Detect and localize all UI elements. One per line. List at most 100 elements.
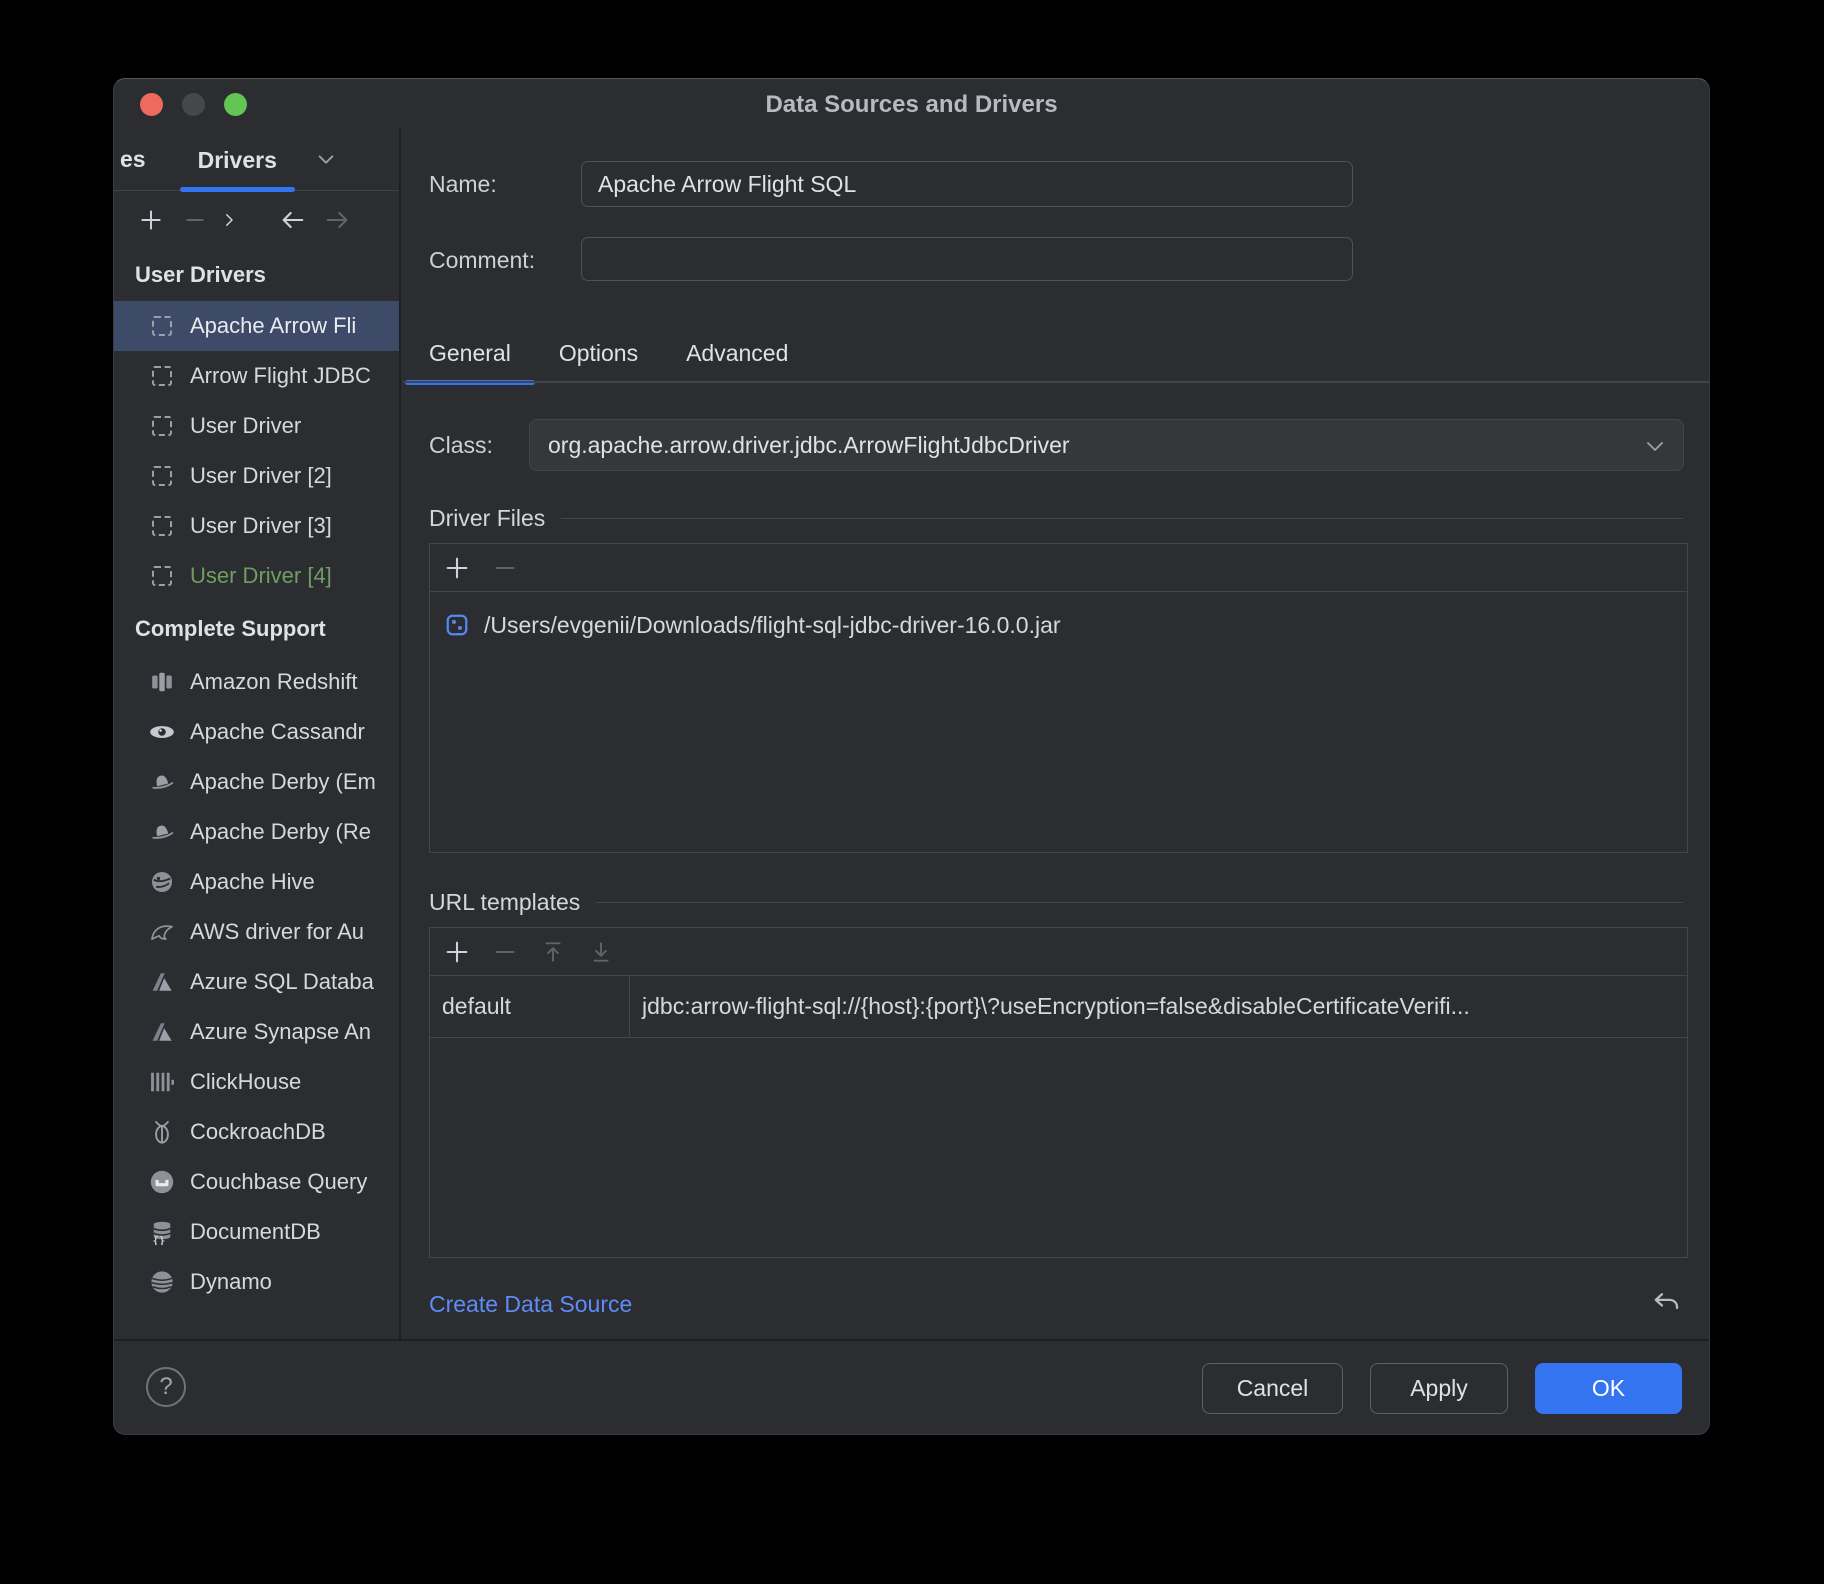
sidebar-item-label: Apache Hive (190, 869, 315, 895)
redshift-icon (149, 669, 175, 695)
jar-file-icon (444, 612, 470, 638)
ok-button[interactable]: OK (1535, 1363, 1682, 1414)
url-template-name-cell[interactable]: default (430, 976, 630, 1037)
dialog-footer: ? Cancel Apply OK (114, 1339, 1709, 1434)
driver-file-row[interactable]: /Users/evgenii/Downloads/flight-sql-jdbc… (430, 598, 1687, 652)
sidebar-item-cockroachdb[interactable]: CockroachDB (114, 1107, 399, 1157)
sidebar-item-dynamo[interactable]: Dynamo (114, 1257, 399, 1307)
sidebar-item-azure-synapse[interactable]: Azure Synapse An (114, 1007, 399, 1057)
sidebar-item-label: Apache Arrow Fli (190, 313, 356, 339)
sidebar-item-apache-derby-embedded[interactable]: Apache Derby (Em (114, 757, 399, 807)
sidebar-item-apache-arrow-flight[interactable]: Apache Arrow Fli (114, 301, 399, 351)
driver-files-panel: /Users/evgenii/Downloads/flight-sql-jdbc… (429, 543, 1688, 853)
sidebar-item-amazon-redshift[interactable]: Amazon Redshift (114, 657, 399, 707)
minimize-window-button[interactable] (182, 93, 205, 116)
sidebar-item-apache-hive[interactable]: Apache Hive (114, 857, 399, 907)
add-template-button[interactable] (442, 937, 472, 967)
tab-general[interactable]: General (405, 324, 535, 382)
url-template-row[interactable]: default jdbc:arrow-flight-sql://{host}:{… (430, 976, 1687, 1038)
sidebar-item-label: Amazon Redshift (190, 669, 358, 695)
screen-background: Data Sources and Drivers es Drivers (0, 0, 1824, 1584)
class-value: org.apache.arrow.driver.jdbc.ArrowFlight… (548, 432, 1070, 459)
sidebar-item-label: Azure Synapse An (190, 1019, 371, 1045)
forward-button[interactable] (322, 205, 352, 235)
driver-detail-panel: Name: Apache Arrow Flight SQL Comment: G… (403, 129, 1709, 1341)
user-driver-icon (149, 513, 175, 539)
url-templates-header: URL templates (429, 887, 1683, 917)
user-driver-icon (149, 463, 175, 489)
sidebar-item-label: User Driver [2] (190, 463, 332, 489)
clickhouse-bars-icon (149, 1069, 175, 1095)
help-button[interactable]: ? (146, 1367, 186, 1407)
chevron-down-icon[interactable] (311, 145, 341, 175)
close-window-button[interactable] (140, 93, 163, 116)
sidebar-item-user-driver[interactable]: User Driver (114, 401, 399, 451)
window-controls (140, 93, 247, 116)
tab-drivers[interactable]: Drivers (180, 129, 295, 191)
driver-file-path: /Users/evgenii/Downloads/flight-sql-jdbc… (484, 612, 1061, 639)
hive-icon (149, 869, 175, 895)
footer-buttons: Cancel Apply OK (1202, 1363, 1682, 1414)
sidebar-tab-bar: es Drivers (114, 129, 399, 191)
comment-input[interactable] (581, 237, 1353, 281)
create-data-source-link[interactable]: Create Data Source (429, 1284, 632, 1324)
expand-node-icon[interactable] (214, 205, 244, 235)
sidebar-item-label: CockroachDB (190, 1119, 326, 1145)
sidebar-item-label: Apache Derby (Re (190, 819, 371, 845)
back-button[interactable] (278, 205, 308, 235)
add-driver-button[interactable] (136, 205, 166, 235)
add-file-button[interactable] (442, 553, 472, 583)
sidebar-item-apache-derby-remote[interactable]: Apache Derby (Re (114, 807, 399, 857)
remove-file-button[interactable] (490, 553, 520, 583)
sidebar-item-label: Azure SQL Databa (190, 969, 374, 995)
remove-template-button[interactable] (490, 937, 520, 967)
undo-icon[interactable] (1651, 1287, 1683, 1319)
comment-label: Comment: (429, 247, 535, 274)
sidebar-item-label: User Driver [3] (190, 513, 332, 539)
user-driver-icon (149, 363, 175, 389)
sidebar-item-label: Dynamo (190, 1269, 272, 1295)
section-header-complete-support: Complete Support (114, 601, 399, 657)
sidebar-item-clickhouse[interactable]: ClickHouse (114, 1057, 399, 1107)
sidebar-item-aws-driver[interactable]: AWS driver for Au (114, 907, 399, 957)
azure-triangle-icon (149, 969, 175, 995)
sidebar-item-label: AWS driver for Au (190, 919, 364, 945)
cassandra-eye-icon (149, 719, 175, 745)
tab-options[interactable]: Options (535, 324, 662, 382)
zoom-window-button[interactable] (224, 93, 247, 116)
sidebar-item-documentdb[interactable]: {} DocumentDB (114, 1207, 399, 1257)
sidebar-toolbar (114, 191, 399, 249)
sidebar-item-user-driver-2[interactable]: User Driver [2] (114, 451, 399, 501)
driver-tree: User Drivers Apache Arrow Fli Arrow Flig… (114, 249, 399, 1341)
dynamo-globe-icon (149, 1269, 175, 1295)
name-input[interactable]: Apache Arrow Flight SQL (581, 161, 1353, 207)
move-up-icon[interactable] (538, 937, 568, 967)
tab-separator (403, 381, 1709, 383)
documentdb-icon: {} (149, 1219, 175, 1245)
sidebar-item-user-driver-4[interactable]: User Driver [4] (114, 551, 399, 601)
url-template-value-cell[interactable]: jdbc:arrow-flight-sql://{host}:{port}\?u… (630, 976, 1687, 1037)
move-down-icon[interactable] (586, 937, 616, 967)
driver-files-header: Driver Files (429, 503, 1683, 533)
sidebar-item-apache-cassandra[interactable]: Apache Cassandr (114, 707, 399, 757)
sidebar-item-label: User Driver (190, 413, 301, 439)
driver-files-toolbar (430, 544, 1687, 592)
tab-advanced[interactable]: Advanced (662, 324, 812, 382)
sidebar-item-label: User Driver [4] (190, 563, 332, 589)
cancel-button[interactable]: Cancel (1202, 1363, 1343, 1414)
sidebar: es Drivers (114, 129, 401, 1341)
url-templates-toolbar (430, 928, 1687, 976)
mysql-dolphin-icon (149, 919, 175, 945)
tab-data-sources-partial[interactable]: es (120, 146, 146, 173)
sidebar-item-azure-sql-database[interactable]: Azure SQL Databa (114, 957, 399, 1007)
sidebar-item-couchbase-query[interactable]: Couchbase Query (114, 1157, 399, 1207)
chevron-down-icon (1643, 434, 1667, 464)
class-select[interactable]: org.apache.arrow.driver.jdbc.ArrowFlight… (529, 419, 1684, 471)
window-title: Data Sources and Drivers (114, 79, 1709, 131)
sidebar-item-user-driver-3[interactable]: User Driver [3] (114, 501, 399, 551)
sidebar-item-arrow-flight-jdbc[interactable]: Arrow Flight JDBC (114, 351, 399, 401)
azure-triangle-icon (149, 1019, 175, 1045)
titlebar: Data Sources and Drivers (114, 79, 1709, 129)
remove-driver-button[interactable] (180, 205, 210, 235)
apply-button[interactable]: Apply (1370, 1363, 1508, 1414)
